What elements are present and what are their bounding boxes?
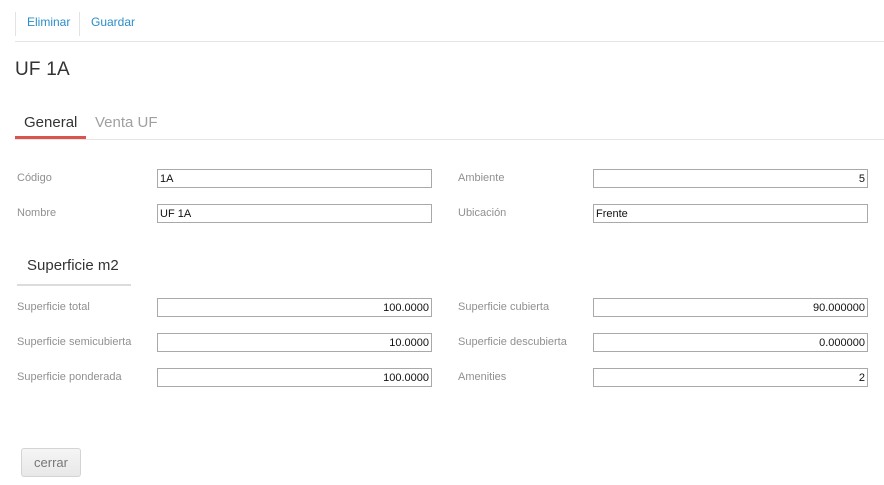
close-button[interactable]: cerrar bbox=[21, 448, 81, 477]
amenities-field[interactable] bbox=[593, 368, 868, 387]
codigo-field[interactable] bbox=[157, 169, 432, 188]
save-button[interactable]: Guardar bbox=[79, 12, 146, 36]
uf-form-page: Eliminar Guardar UF 1A General Venta UF … bbox=[0, 0, 884, 485]
codigo-label: Código bbox=[17, 172, 52, 184]
amenities-label: Amenities bbox=[458, 371, 507, 383]
tab-bar: General Venta UF bbox=[15, 110, 884, 140]
superficie-descubierta-field[interactable] bbox=[593, 333, 868, 352]
ambiente-label: Ambiente bbox=[458, 172, 505, 184]
superficie-total-label: Superficie total bbox=[17, 301, 90, 313]
ubicacion-field[interactable] bbox=[593, 204, 868, 223]
superficie-semicubierta-label: Superficie semicubierta bbox=[17, 336, 132, 348]
ubicacion-label: Ubicación bbox=[458, 207, 507, 219]
nombre-label: Nombre bbox=[17, 207, 57, 219]
superficie-cubierta-field[interactable] bbox=[593, 298, 868, 317]
superficie-ponderada-field[interactable] bbox=[157, 368, 432, 387]
superficie-semicubierta-field[interactable] bbox=[157, 333, 432, 352]
superficie-total-field[interactable] bbox=[157, 298, 432, 317]
ambiente-field[interactable] bbox=[593, 169, 868, 188]
superficie-section-title: Superficie m2 bbox=[17, 249, 131, 286]
delete-button[interactable]: Eliminar bbox=[15, 12, 81, 36]
tab-venta-uf[interactable]: Venta UF bbox=[95, 110, 158, 139]
toolbar: Eliminar Guardar bbox=[15, 12, 884, 42]
tab-general[interactable]: General bbox=[15, 110, 86, 139]
superficie-ponderada-label: Superficie ponderada bbox=[17, 371, 122, 383]
superficie-cubierta-label: Superficie cubierta bbox=[458, 301, 550, 313]
superficie-descubierta-label: Superficie descubierta bbox=[458, 336, 567, 348]
page-title: UF 1A bbox=[15, 59, 70, 80]
nombre-field[interactable] bbox=[157, 204, 432, 223]
